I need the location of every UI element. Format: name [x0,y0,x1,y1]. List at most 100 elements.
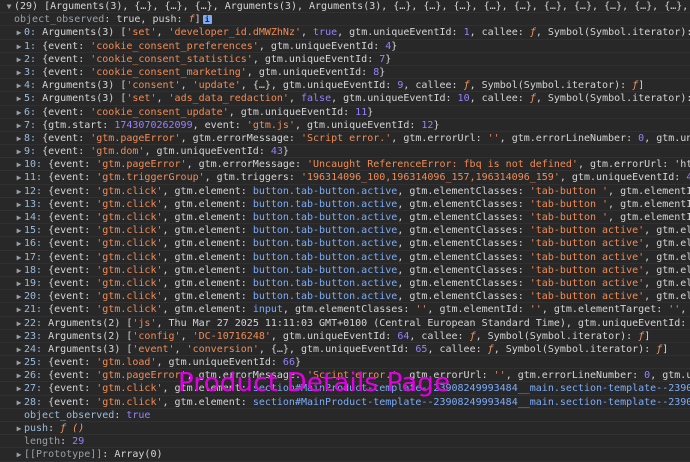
array-entry-row[interactable]: ▶ 21: {event: 'gtm.click', gtm.element: i… [0,303,690,317]
entry-preview: {event: 'gtm.click', gtm.element: button… [48,264,690,276]
expand-triangle-icon[interactable]: ▶ [14,251,24,263]
expand-triangle-icon[interactable]: ▶ [14,290,24,302]
entry-index: 24: [24,343,43,355]
entry-index: 12: [24,185,43,197]
array-entry-row[interactable]: ▶ 22: Arguments(2) ['js', Thu Mar 27 2025… [0,317,690,330]
property-object-observed: object_observed: true [0,409,690,422]
expand-triangle-icon[interactable]: ▶ [14,26,24,38]
entry-index: 1: [24,40,37,52]
array-entry-row[interactable]: ▶ 12: {event: 'gtm.click', gtm.element: b… [0,185,690,198]
entry-preview: {event: 'cookie_consent_preferences', gt… [42,40,398,52]
entry-preview: {event: 'cookie_consent_update', gtm.uni… [42,106,374,118]
array-entry-row[interactable]: ▶ 9: {event: 'gtm.dom', gtm.uniqueEventId… [0,145,690,159]
array-entry-row[interactable]: ▶ 15: {event: 'gtm.click', gtm.element: b… [0,224,690,238]
array-entry-row[interactable]: ▶ 16: {event: 'gtm.click', gtm.element: b… [0,237,690,251]
array-entry-row[interactable]: ▶ 11: {event: 'gtm.triggerGroup', gtm.tri… [0,171,690,185]
expand-triangle-icon[interactable]: ▶ [14,382,24,394]
expand-triangle-icon[interactable]: ▶ [14,185,24,197]
entry-index: 23: [24,330,43,342]
array-entry-row[interactable]: ▶ 23: Arguments(2) ['config', 'DC-1071624… [0,330,690,343]
entry-index: 16: [24,238,43,250]
expand-triangle-icon[interactable]: ▶ [14,224,24,236]
expand-triangle-icon[interactable]: ▶ [14,303,24,315]
array-entry-row[interactable]: ▶ 4: Arguments(3) ['consent', 'update', {… [0,79,690,93]
entry-index: 13: [24,198,43,210]
expand-triangle-icon[interactable]: ▶ [14,79,24,91]
expand-triangle-icon[interactable]: ▶ [14,132,24,144]
entry-index: 17: [24,251,43,263]
array-entry-row[interactable]: ▶ 14: {event: 'gtm.click', gtm.element: b… [0,211,690,225]
entry-preview: {event: 'cookie_consent_marketing', gtm.… [42,66,386,78]
expand-triangle-icon[interactable]: ▶ [14,448,24,460]
entry-preview: {event: 'gtm.click', gtm.element: button… [48,251,690,263]
expand-triangle-icon[interactable]: ▶ [14,330,24,342]
entry-preview: Arguments(3) ['set', 'developer_id.dMWZh… [42,27,690,39]
entry-index: 21: [24,304,43,316]
entry-index: 11: [24,172,43,184]
expand-triangle-icon[interactable]: ▶ [14,198,24,210]
array-summary: (29) [Arguments(3), {…}, {…}, {…}, Argum… [14,1,690,12]
entry-preview: Arguments(2) ['config', 'DC-10716248', g… [48,330,651,342]
array-entry-row[interactable]: ▶ 2: {event: 'cookie_consent_statistics',… [0,53,690,66]
expand-triangle-icon[interactable]: ▶ [14,277,24,289]
expand-triangle-icon[interactable]: ▶ [14,264,24,276]
expand-triangle-icon[interactable]: ▶ [14,237,24,249]
entry-preview: {event: 'gtm.click', gtm.element: button… [48,291,690,303]
entry-index: 10: [24,159,43,171]
expand-triangle-icon[interactable]: ▶ [14,317,24,329]
expand-triangle-icon[interactable]: ▶ [14,396,24,408]
array-entry-row[interactable]: ▶ 8: {event: 'gtm.pageError', gtm.errorMe… [0,132,690,146]
array-entry-row[interactable]: ▶ 13: {event: 'gtm.click', gtm.element: b… [0,198,690,211]
array-entry-row[interactable]: ▶ 24: Arguments(3) ['event', 'conversion'… [0,343,690,357]
entry-index: 14: [24,212,43,223]
entry-index: 28: [24,396,43,408]
entry-index: 22: [24,317,43,329]
expand-triangle-icon[interactable]: ▶ [14,171,24,183]
entry-index: 25: [24,357,43,369]
array-summary-row[interactable]: ▼ (29) [Arguments(3), {…}, {…}, {…}, Argu… [0,0,690,14]
annotation-overlay-text: Product Details Page [178,368,451,398]
expand-triangle-icon[interactable]: ▶ [14,66,24,78]
entry-preview: {event: 'gtm.dom', gtm.uniqueEventId: 43… [42,146,289,158]
entry-index: 8: [24,132,37,144]
object-observed-preview-key: object_observed [14,14,105,26]
entry-index: 26: [24,370,43,382]
expand-triangle-icon[interactable]: ▶ [14,119,24,131]
entry-preview: Arguments(2) ['js', Thu Mar 27 2025 11:1… [48,317,690,329]
entry-index: 3: [24,66,37,78]
entry-preview: {event: 'gtm.load', gtm.uniqueEventId: 6… [48,357,301,369]
array-summary-row-2: object_observed: true, push: f] i [0,13,690,27]
expand-triangle-icon[interactable]: ▶ [14,145,24,157]
array-entries: ▶ 0: Arguments(3) ['set', 'developer_id.d… [0,26,690,409]
entry-index: 2: [24,53,37,65]
array-entry-row[interactable]: ▶ 19: {event: 'gtm.click', gtm.element: b… [0,277,690,291]
array-entry-row[interactable]: ▶ 10: {event: 'gtm.pageError', gtm.errorM… [0,158,690,172]
expand-triangle-icon[interactable]: ▶ [14,343,24,355]
expand-triangle-icon[interactable]: ▶ [14,40,24,52]
expand-triangle-icon[interactable]: ▶ [14,106,24,118]
array-entry-row[interactable]: ▶ 6: {event: 'cookie_consent_update', gtm… [0,106,690,119]
array-entry-row[interactable]: ▶ 5: Arguments(3) ['set', 'ads_data_redac… [0,92,690,106]
entry-index: 9: [24,146,37,158]
expand-triangle-icon[interactable]: ▶ [14,211,24,223]
expand-triangle-icon[interactable]: ▶ [14,92,24,104]
info-icon[interactable]: i [202,14,212,24]
property-prototype[interactable]: ▶ [[Prototype]]: Array(0) [0,448,690,462]
expand-triangle-icon[interactable]: ▶ [14,422,24,434]
entry-index: 15: [24,225,43,237]
entry-preview: {event: 'gtm.click', gtm.element: button… [48,238,690,250]
array-entry-row[interactable]: ▶ 17: {event: 'gtm.click', gtm.element: b… [0,251,690,264]
array-entry-row[interactable]: ▶ 1: {event: 'cookie_consent_preferences'… [0,40,690,53]
expand-triangle-icon[interactable]: ▶ [14,53,24,65]
array-entry-row[interactable]: ▶ 7: {gtm.start: 1743070262099, event: 'g… [0,119,690,132]
entry-preview: {event: 'gtm.click', gtm.element: button… [48,198,690,210]
expand-triangle-icon[interactable]: ▶ [14,356,24,368]
array-entry-row[interactable]: ▶ 0: Arguments(3) ['set', 'developer_id.d… [0,26,690,40]
expand-triangle-icon[interactable]: ▶ [14,369,24,381]
property-push[interactable]: ▶ push: ƒ () [0,422,690,436]
expand-triangle-icon[interactable]: ▼ [4,0,14,12]
expand-triangle-icon[interactable]: ▶ [14,158,24,170]
array-entry-row[interactable]: ▶ 18: {event: 'gtm.click', gtm.element: b… [0,264,690,277]
array-entry-row[interactable]: ▶ 3: {event: 'cookie_consent_marketing', … [0,66,690,80]
array-entry-row[interactable]: ▶ 20: {event: 'gtm.click', gtm.element: b… [0,290,690,304]
